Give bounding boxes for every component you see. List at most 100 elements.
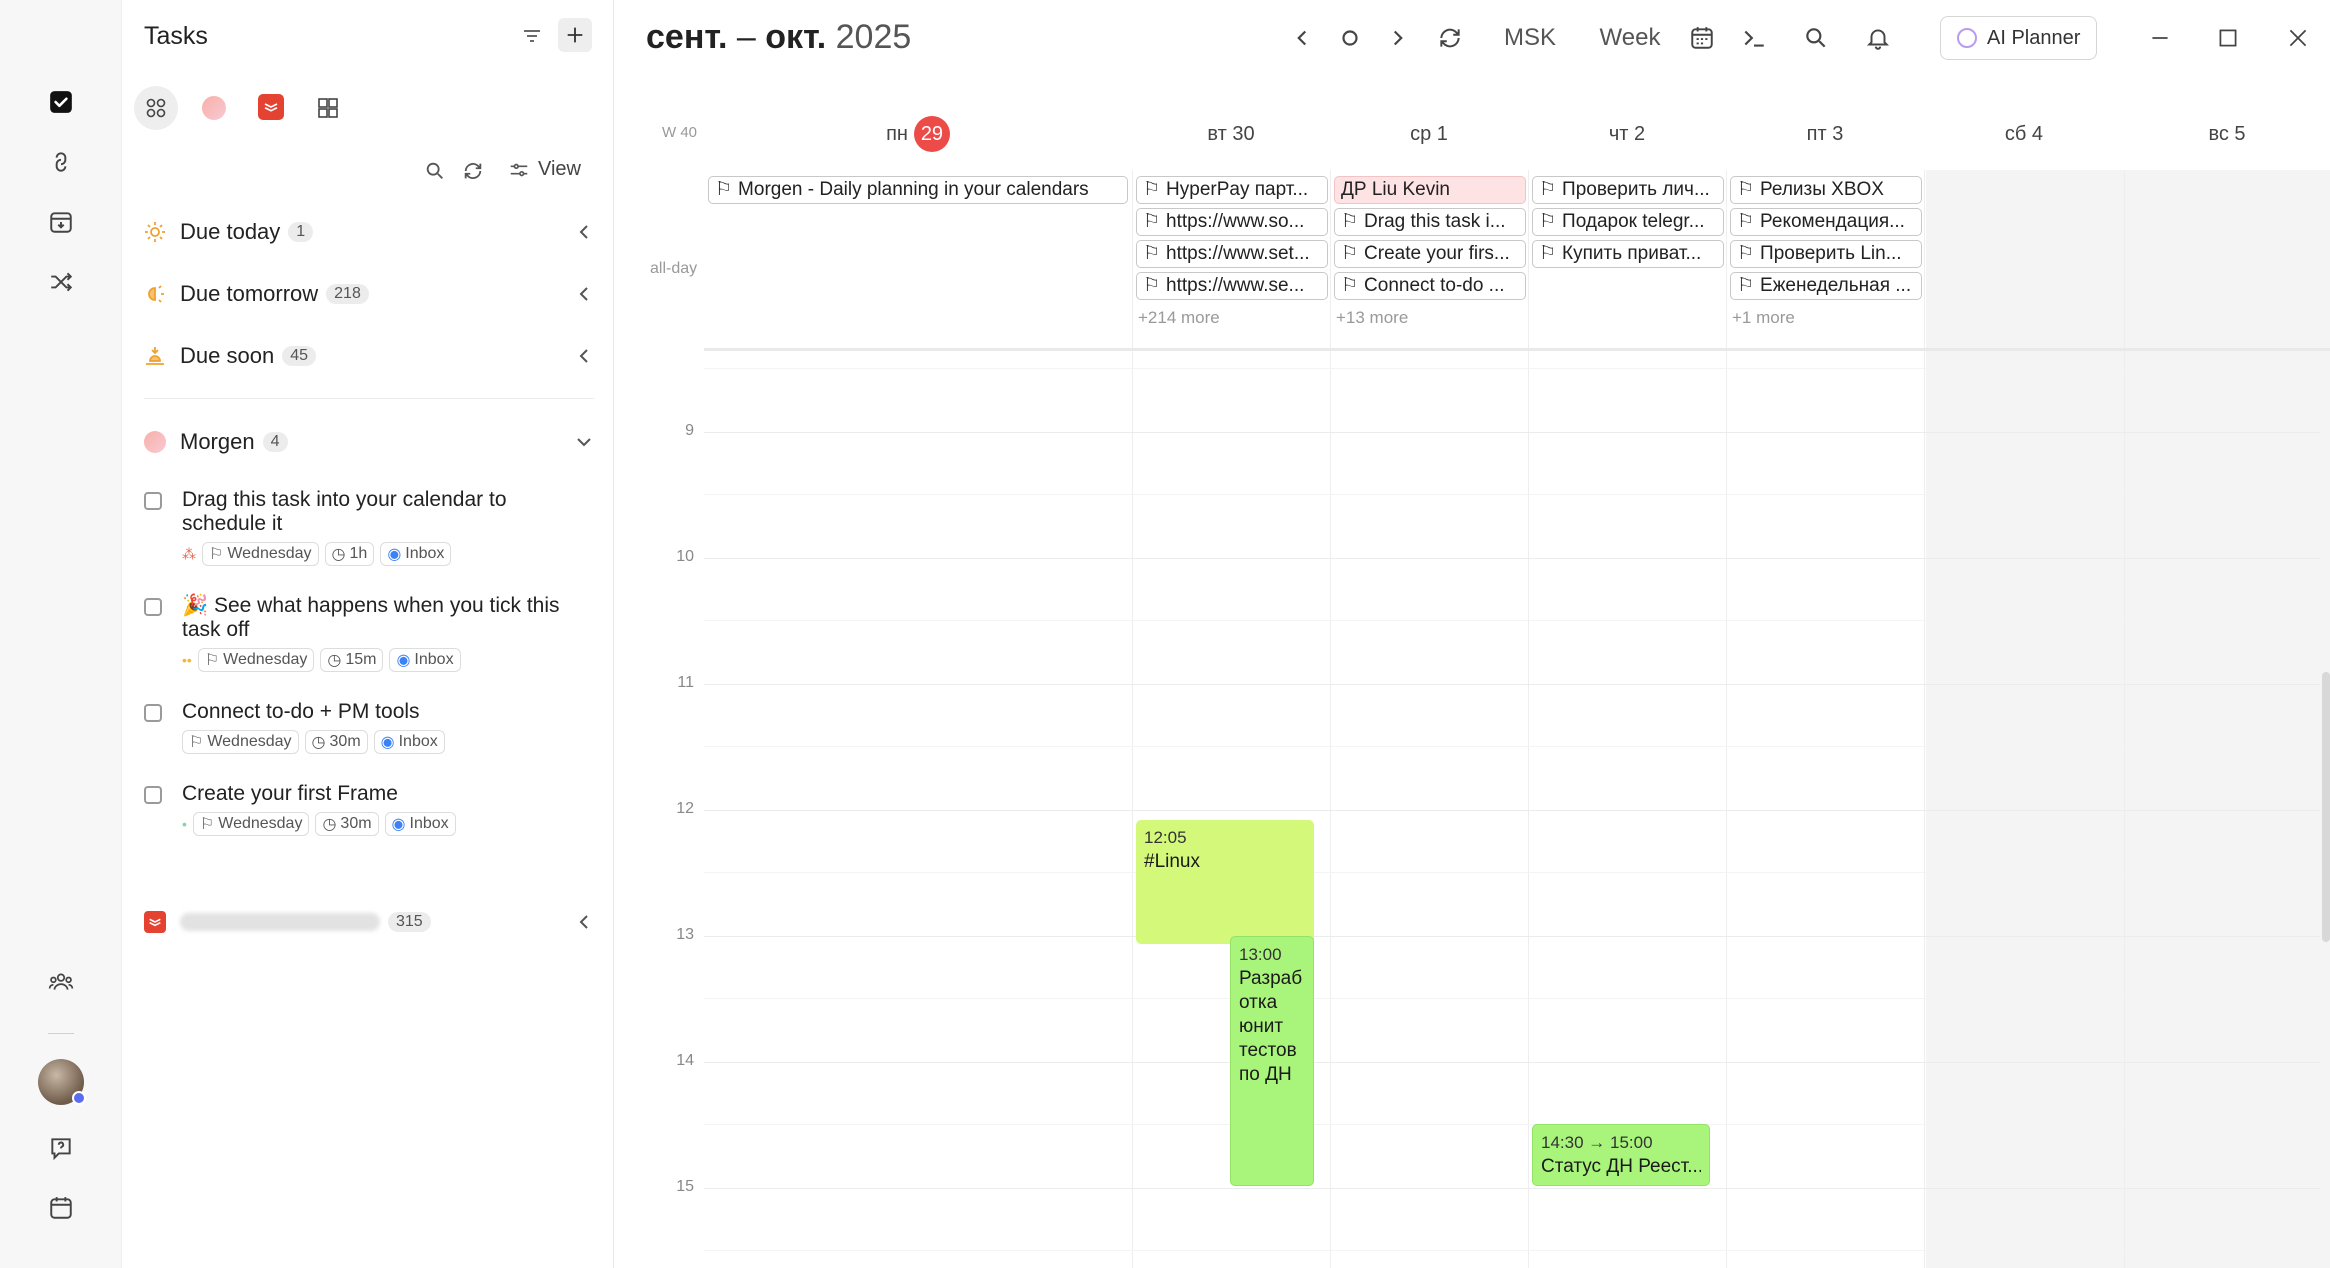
list-chip: ◉ Inbox — [384, 812, 456, 836]
view-switcher[interactable]: Week — [1592, 18, 1668, 58]
tasks-check-icon[interactable] — [41, 82, 81, 122]
group-due-today[interactable]: Due today 1 — [142, 212, 602, 252]
sync-icon — [1440, 28, 1460, 48]
ai-planner-button[interactable]: AI Planner — [1940, 16, 2098, 60]
day-header-sun[interactable]: вс 5 — [2124, 116, 2330, 152]
allday-event[interactable]: ⚐ Проверить лич... — [1532, 176, 1724, 204]
search-icon[interactable] — [424, 160, 446, 187]
timezone-button[interactable]: MSK — [1498, 18, 1562, 58]
day-header-thu[interactable]: чт 2 — [1528, 116, 1726, 152]
status-dot — [72, 1091, 86, 1105]
allday-event[interactable]: ⚐ Купить приват... — [1532, 240, 1724, 268]
duration-chip: ◷ 30m — [315, 812, 379, 836]
duration: 1h — [349, 545, 368, 562]
vertical-scrollbar[interactable] — [2322, 672, 2330, 942]
notifications-button[interactable] — [1858, 18, 1898, 58]
allday-event[interactable]: ⚐ Drag this task i... — [1334, 208, 1526, 236]
filter-icon[interactable] — [520, 24, 544, 53]
group-due-soon[interactable]: Due soon 45 — [142, 336, 602, 376]
allday-event[interactable]: ДР Liu Kevin — [1334, 176, 1526, 204]
bell-icon — [1866, 29, 1890, 50]
allday-event[interactable]: ⚐ Create your firs... — [1334, 240, 1526, 268]
maximize-button[interactable] — [2208, 18, 2248, 58]
allday-event[interactable]: ⚐ Еженедельная ... — [1730, 272, 1922, 300]
task-item[interactable]: 🎉 See what happens when you tick this ta… — [144, 594, 594, 672]
close-button[interactable] — [2278, 18, 2318, 58]
view-button[interactable]: View — [508, 158, 581, 181]
allday-event[interactable]: ⚐ Рекомендация... — [1730, 208, 1922, 236]
task-checkbox[interactable] — [144, 786, 162, 804]
event-title: https://www.set... — [1166, 243, 1310, 264]
sun-icon — [142, 219, 168, 245]
shuffle-icon[interactable] — [41, 262, 81, 302]
todoist-source-icon[interactable] — [258, 94, 284, 120]
morgen-icon — [142, 429, 168, 455]
day-header-mon[interactable]: пн 29 — [704, 116, 1132, 152]
inbox-icon: ◉ — [387, 546, 402, 563]
task-title: 🎉 See what happens when you tick this ta… — [182, 594, 560, 641]
event-time: 12:05 — [1144, 828, 1187, 847]
column-divider — [1924, 170, 1925, 1268]
allday-event[interactable]: ⚐ HyperPay парт... — [1136, 176, 1328, 204]
next-button[interactable] — [1378, 18, 1418, 58]
prev-button[interactable] — [1282, 18, 1322, 58]
task-item[interactable]: Create your first Frame • ⚐ Wednesday ◷ 30… — [144, 782, 594, 836]
day-header-tue[interactable]: вт 30 — [1132, 116, 1330, 152]
year: 2025 — [835, 18, 912, 56]
calendars-button[interactable] — [1682, 18, 1722, 58]
allday-event[interactable]: ⚐ https://www.se... — [1136, 272, 1328, 300]
allday-event[interactable]: ⚐ https://www.set... — [1136, 240, 1328, 268]
command-button[interactable] — [1734, 18, 1774, 58]
flag-icon: ⚐ — [204, 652, 220, 669]
month-end: окт. — [765, 18, 827, 56]
count-badge: 4 — [262, 432, 288, 452]
chevron-left-icon — [1297, 30, 1307, 46]
avatar[interactable] — [37, 1058, 86, 1106]
chevron-left-icon — [579, 225, 588, 239]
grid-line — [704, 684, 2320, 685]
minimize-button[interactable] — [2140, 18, 2180, 58]
group-morgen[interactable]: Morgen 4 — [142, 422, 602, 462]
morgen-source-icon[interactable] — [202, 96, 226, 120]
calendar-download-icon[interactable] — [41, 202, 81, 242]
inbox-icon: ◉ — [391, 816, 406, 833]
more-link[interactable]: +1 more — [1732, 308, 1795, 328]
day-header-fri[interactable]: пт 3 — [1726, 116, 1924, 152]
task-item[interactable]: Drag this task into your calendar to sch… — [144, 488, 594, 566]
group-todoist-account[interactable]: 315 — [142, 902, 602, 942]
today-button[interactable] — [1330, 18, 1370, 58]
task-checkbox[interactable] — [144, 704, 162, 722]
flag-icon: ⚐ — [199, 816, 215, 833]
task-item[interactable]: Connect to-do + PM tools ⚐ Wednesday ◷ 30m… — [144, 700, 594, 754]
calendar-event[interactable]: 14:30 → 15:00 Статус ДН Реест... — [1532, 1124, 1710, 1186]
task-checkbox[interactable] — [144, 598, 162, 616]
allday-event[interactable]: ⚐ Подарок telegr... — [1532, 208, 1724, 236]
all-sources-icon[interactable] — [134, 86, 178, 130]
sync-button[interactable] — [1430, 18, 1470, 58]
integrations-icon[interactable] — [316, 96, 340, 125]
allday-event[interactable]: ⚐ Morgen - Daily planning in your calenda… — [708, 176, 1128, 204]
refresh-icon[interactable] — [462, 160, 484, 187]
help-icon[interactable] — [41, 1128, 81, 1168]
group-due-tomorrow[interactable]: Due tomorrow 218 — [142, 274, 602, 314]
flag-icon: ⚐ — [1341, 275, 1359, 296]
column-divider — [1132, 170, 1133, 1268]
day-header-wed[interactable]: ср 1 — [1330, 116, 1528, 152]
search-button[interactable] — [1796, 18, 1836, 58]
people-icon[interactable] — [41, 962, 81, 1002]
allday-event[interactable]: ⚐ https://www.so... — [1136, 208, 1328, 236]
calendar-event[interactable]: 13:00 Разраб отка юнит тестов по ДН — [1230, 936, 1314, 1186]
inbox-icon: ◉ — [396, 652, 411, 669]
more-link[interactable]: +214 more — [1138, 308, 1220, 328]
allday-event[interactable]: ⚐ Проверить Lin... — [1730, 240, 1922, 268]
day-header-sat[interactable]: сб 4 — [1924, 116, 2124, 152]
link-icon[interactable] — [41, 142, 81, 182]
calendar-icon[interactable] — [41, 1188, 81, 1228]
task-title: Connect to-do + PM tools — [182, 700, 420, 723]
more-link[interactable]: +13 more — [1336, 308, 1408, 328]
add-task-button[interactable] — [558, 18, 592, 52]
calendar-event[interactable]: 12:05 #Linux — [1136, 820, 1314, 944]
task-checkbox[interactable] — [144, 492, 162, 510]
allday-event[interactable]: ⚐ Релизы XBOX — [1730, 176, 1922, 204]
allday-event[interactable]: ⚐ Connect to-do ... — [1334, 272, 1526, 300]
